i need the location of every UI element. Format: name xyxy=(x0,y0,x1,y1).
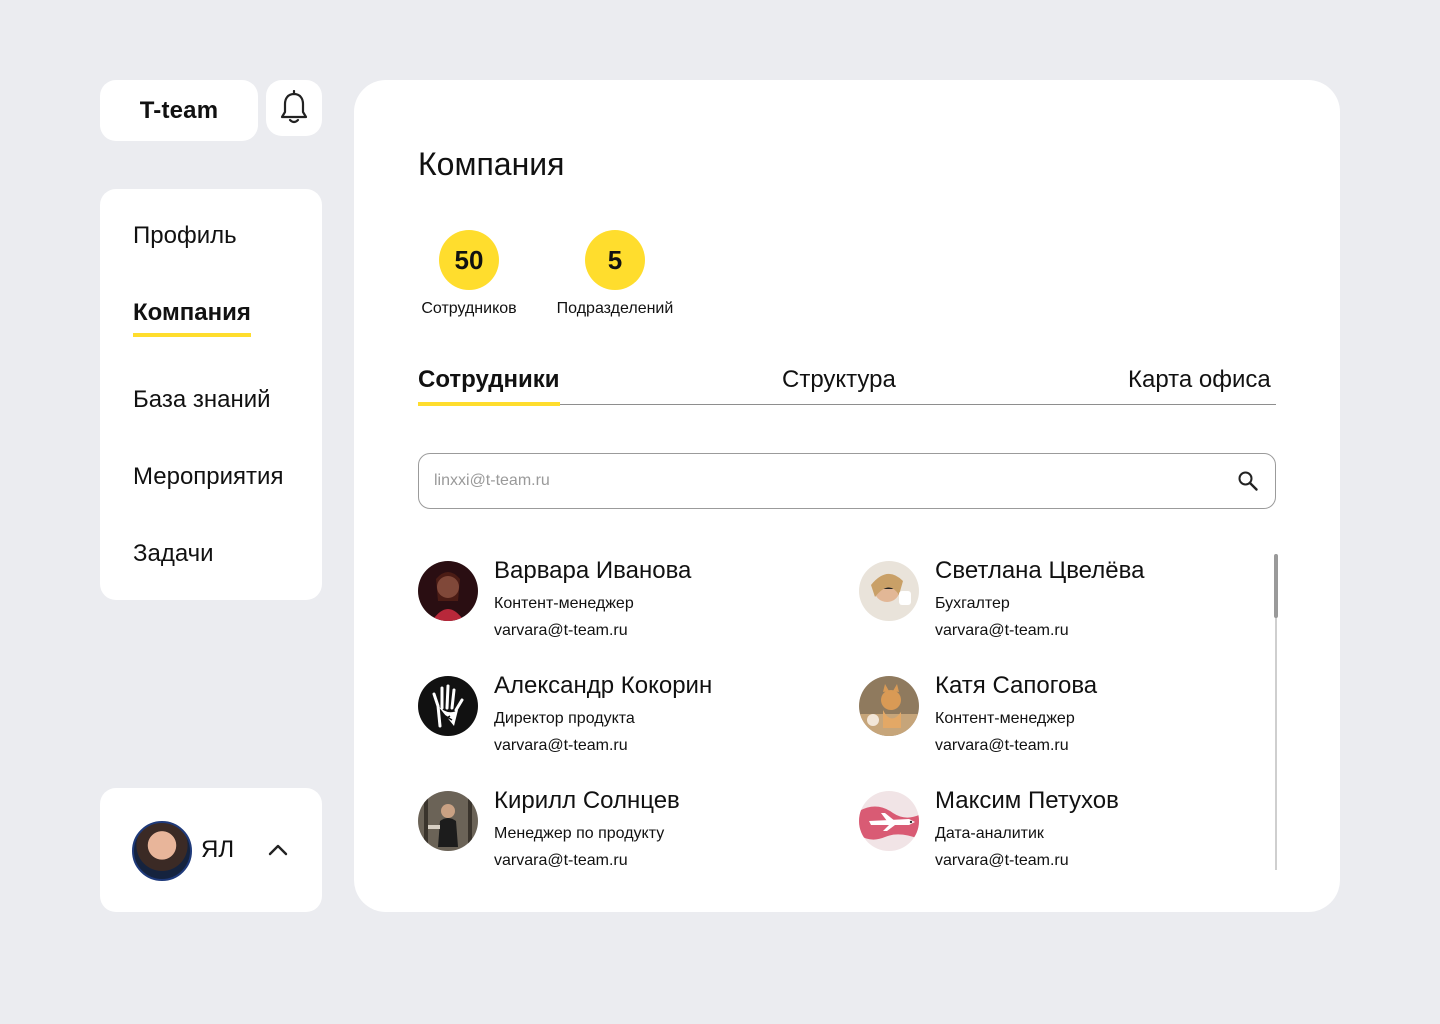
employee-email: varvara@t-team.ru xyxy=(935,852,1069,869)
avatar xyxy=(859,676,919,736)
tab-employees[interactable]: Сотрудники xyxy=(418,366,560,406)
tab-label: Сотрудники xyxy=(418,366,560,393)
employee-name: Кирилл Солнцев xyxy=(494,787,680,814)
employee-email: varvara@t-team.ru xyxy=(935,622,1069,639)
stat-label: Подразделений xyxy=(556,300,674,317)
employee-card[interactable]: Светлана Цвелёва Бухгалтер varvara@t-tea… xyxy=(859,557,1259,657)
employee-role: Менеджер по продукту xyxy=(494,825,665,842)
avatar xyxy=(859,561,919,621)
employee-card[interactable]: Катя Сапогова Контент-менеджер varvara@t… xyxy=(859,672,1259,772)
sidebar-item-label: База знаний xyxy=(133,386,271,413)
scrollbar-thumb[interactable] xyxy=(1274,554,1278,618)
notifications-button[interactable] xyxy=(266,80,322,136)
sidebar-item-label: Задачи xyxy=(133,540,214,567)
sidebar-item-company[interactable]: Компания xyxy=(133,299,251,337)
tab-structure[interactable]: Структура xyxy=(782,366,896,394)
page-title: Компания xyxy=(418,146,565,182)
sidebar-item-knowledge-base[interactable]: База знаний xyxy=(133,386,271,414)
employee-role: Бухгалтер xyxy=(935,595,1010,612)
bell-icon xyxy=(280,90,308,124)
employee-email: varvara@t-team.ru xyxy=(494,622,628,639)
employee-email: varvara@t-team.ru xyxy=(935,737,1069,754)
stat-employees: 50 Сотрудников xyxy=(399,230,539,318)
avatar xyxy=(859,791,919,851)
employee-name: Светлана Цвелёва xyxy=(935,557,1145,584)
employee-email: varvara@t-team.ru xyxy=(494,852,628,869)
employee-role: Контент-менеджер xyxy=(935,710,1075,727)
sidebar-item-tasks[interactable]: Задачи xyxy=(133,540,214,568)
avatar xyxy=(132,821,192,881)
employee-card[interactable]: Кирилл Солнцев Менеджер по продукту varv… xyxy=(418,787,818,887)
sidebar-item-label: Компания xyxy=(133,299,251,326)
search-icon[interactable] xyxy=(1237,470,1259,492)
avatar xyxy=(418,676,478,736)
sidebar-nav: Профиль Компания База знаний Мероприятия… xyxy=(100,189,322,600)
employee-card[interactable]: Варвара Иванова Контент-менеджер varvara… xyxy=(418,557,818,657)
employee-name: Александр Кокорин xyxy=(494,672,713,699)
employee-name: Катя Сапогова xyxy=(935,672,1098,699)
employee-role: Контент-менеджер xyxy=(494,595,634,612)
logo-card[interactable]: T-team xyxy=(100,80,258,141)
main-panel: Компания 50 Сотрудников 5 Подразделений … xyxy=(354,80,1340,912)
employee-name: Варвара Иванова xyxy=(494,557,692,584)
employee-name: Максим Петухов xyxy=(935,787,1119,814)
employee-card[interactable]: Александр Кокорин Директор продукта varv… xyxy=(418,672,818,772)
stat-departments: 5 Подразделений xyxy=(545,230,685,318)
sidebar-item-label: Мероприятия xyxy=(133,463,284,490)
stat-label: Сотрудников xyxy=(421,300,517,317)
logo-text: T-team xyxy=(139,96,219,124)
employee-card[interactable]: Максим Петухов Дата-аналитик varvara@t-t… xyxy=(859,787,1259,887)
sidebar-item-label: Профиль xyxy=(133,222,237,249)
employee-role: Дата-аналитик xyxy=(935,825,1044,842)
tab-label: Структура xyxy=(782,366,896,393)
sidebar-item-profile[interactable]: Профиль xyxy=(133,222,237,250)
user-initials: ЯЛ xyxy=(201,836,235,863)
employee-role: Директор продукта xyxy=(494,710,635,727)
search-input[interactable] xyxy=(434,454,1214,508)
sidebar-item-events[interactable]: Мероприятия xyxy=(133,463,283,491)
active-indicator xyxy=(418,402,560,406)
employee-email: varvara@t-team.ru xyxy=(494,737,628,754)
stat-value: 5 xyxy=(585,230,645,290)
avatar xyxy=(418,791,478,851)
tab-office-map[interactable]: Карта офиса xyxy=(1128,366,1271,394)
avatar xyxy=(418,561,478,621)
active-indicator xyxy=(133,333,251,337)
chevron-up-icon[interactable] xyxy=(266,838,290,862)
tab-label: Карта офиса xyxy=(1128,366,1271,393)
stat-value: 50 xyxy=(439,230,499,290)
search-box xyxy=(418,453,1276,509)
